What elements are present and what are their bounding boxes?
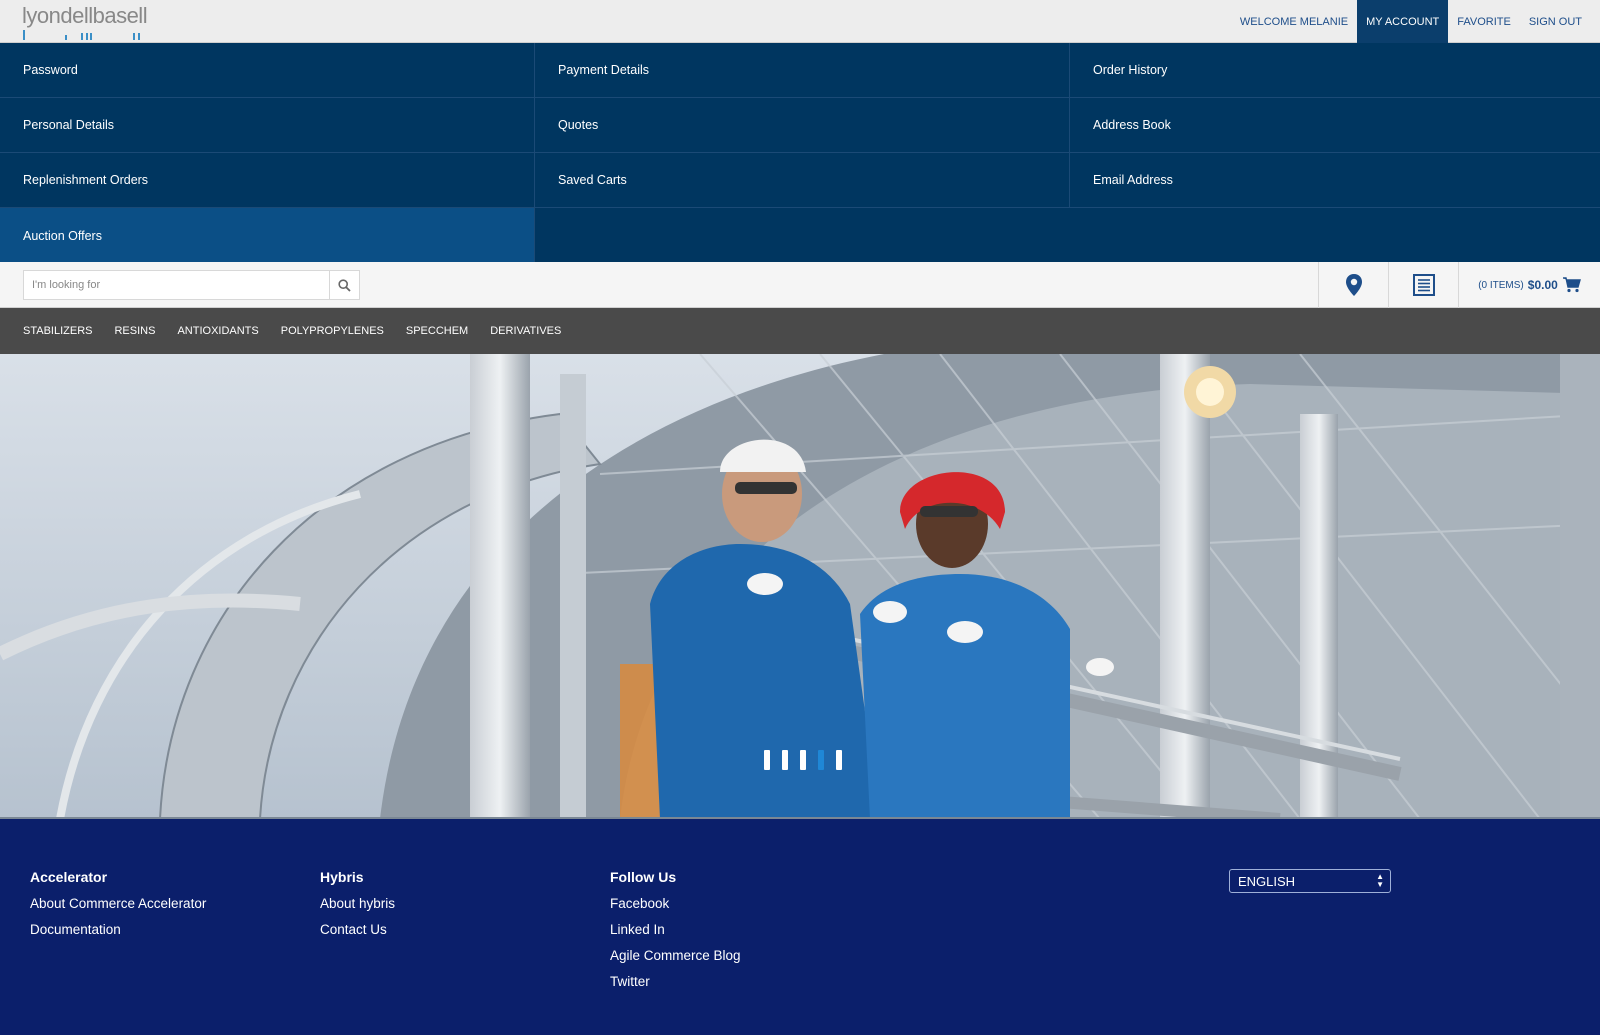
menu-item-personal-details[interactable]: Personal Details — [0, 98, 535, 153]
footer-link-about-accelerator[interactable]: About Commerce Accelerator — [30, 896, 206, 911]
mini-cart[interactable]: (0 ITEMS) $0.00 — [1458, 262, 1600, 308]
quick-order-button[interactable] — [1388, 262, 1458, 308]
account-links: WELCOME MELANIE MY ACCOUNT FAVORITE SIGN… — [1231, 0, 1600, 43]
menu-item-email-address[interactable]: Email Address — [1070, 153, 1600, 208]
site-footer: Accelerator About Commerce Accelerator D… — [0, 819, 1600, 1035]
footer-heading: Follow Us — [610, 869, 677, 885]
search-button[interactable] — [329, 271, 359, 299]
select-arrows-icon: ▲ ▼ — [1376, 872, 1384, 889]
carousel-dot-1[interactable] — [764, 750, 770, 770]
footer-link-documentation[interactable]: Documentation — [30, 922, 206, 937]
search-box — [23, 270, 360, 300]
sign-out-link[interactable]: SIGN OUT — [1520, 0, 1600, 43]
category-stabilizers[interactable]: STABILIZERS — [12, 325, 103, 337]
menu-item-order-history[interactable]: Order History — [1070, 43, 1600, 98]
cart-icon — [1562, 277, 1581, 293]
lyondellbasell-logo[interactable]: lyondellbasell — [22, 3, 152, 40]
account-menu: Password Payment Details Order History P… — [0, 43, 1600, 263]
logo-text: lyondellbasell — [22, 3, 148, 28]
footer-link-blog[interactable]: Agile Commerce Blog — [610, 948, 741, 963]
category-nav: STABILIZERS RESINS ANTIOXIDANTS POLYPROP… — [0, 308, 1600, 354]
category-antioxidants[interactable]: ANTIOXIDANTS — [166, 325, 269, 337]
footer-column-hybris: Hybris About hybris Contact Us — [320, 869, 395, 948]
category-derivatives[interactable]: DERIVATIVES — [479, 325, 572, 337]
menu-item-auction-offers[interactable]: Auction Offers — [0, 208, 535, 263]
category-specchem[interactable]: SPECCHEM — [395, 325, 479, 337]
carousel-dot-4[interactable] — [818, 750, 824, 770]
language-value: ENGLISH — [1238, 873, 1296, 889]
logo-bars — [23, 30, 143, 40]
footer-column-follow-us: Follow Us Facebook Linked In Agile Comme… — [610, 869, 741, 1000]
menu-item-quotes[interactable]: Quotes — [535, 98, 1070, 153]
category-resins[interactable]: RESINS — [103, 325, 166, 337]
top-header: lyondellbasell WELCOME MELANIE MY ACCOUN… — [0, 0, 1600, 43]
list-icon — [1412, 274, 1435, 296]
cart-item-count: (0 ITEMS) — [1478, 279, 1524, 291]
carousel-dot-2[interactable] — [782, 750, 788, 770]
cart-total: $0.00 — [1527, 278, 1558, 292]
footer-link-facebook[interactable]: Facebook — [610, 896, 741, 911]
map-pin-icon — [1345, 274, 1362, 296]
footer-link-contact-us[interactable]: Contact Us — [320, 922, 395, 937]
welcome-link[interactable]: WELCOME MELANIE — [1231, 0, 1357, 43]
footer-link-twitter[interactable]: Twitter — [610, 974, 741, 989]
language-select[interactable]: ENGLISH ▲ ▼ — [1229, 869, 1391, 893]
menu-item-address-book[interactable]: Address Book — [1070, 98, 1600, 153]
search-input[interactable] — [24, 271, 329, 299]
carousel-dot-3[interactable] — [800, 750, 806, 770]
carousel-dot-5[interactable] — [836, 750, 842, 770]
footer-link-about-hybris[interactable]: About hybris — [320, 896, 395, 911]
footer-column-accelerator: Accelerator About Commerce Accelerator D… — [30, 869, 206, 948]
menu-item-payment-details[interactable]: Payment Details — [535, 43, 1070, 98]
category-polypropylenes[interactable]: POLYPROPYLENES — [270, 325, 395, 337]
footer-link-linkedin[interactable]: Linked In — [610, 922, 741, 937]
store-locator-button[interactable] — [1318, 262, 1388, 308]
search-utility-bar: (0 ITEMS) $0.00 — [0, 262, 1600, 308]
hero-banner[interactable] — [0, 354, 1600, 819]
menu-item-password[interactable]: Password — [0, 43, 535, 98]
my-account-link[interactable]: MY ACCOUNT — [1357, 0, 1449, 43]
search-icon — [338, 278, 351, 292]
menu-item-replenishment-orders[interactable]: Replenishment Orders — [0, 153, 535, 208]
menu-item-saved-carts[interactable]: Saved Carts — [535, 153, 1070, 208]
favorite-link[interactable]: FAVORITE — [1448, 0, 1520, 43]
footer-heading: Accelerator — [30, 869, 108, 885]
footer-heading: Hybris — [320, 869, 364, 885]
carousel-indicators — [764, 750, 842, 770]
